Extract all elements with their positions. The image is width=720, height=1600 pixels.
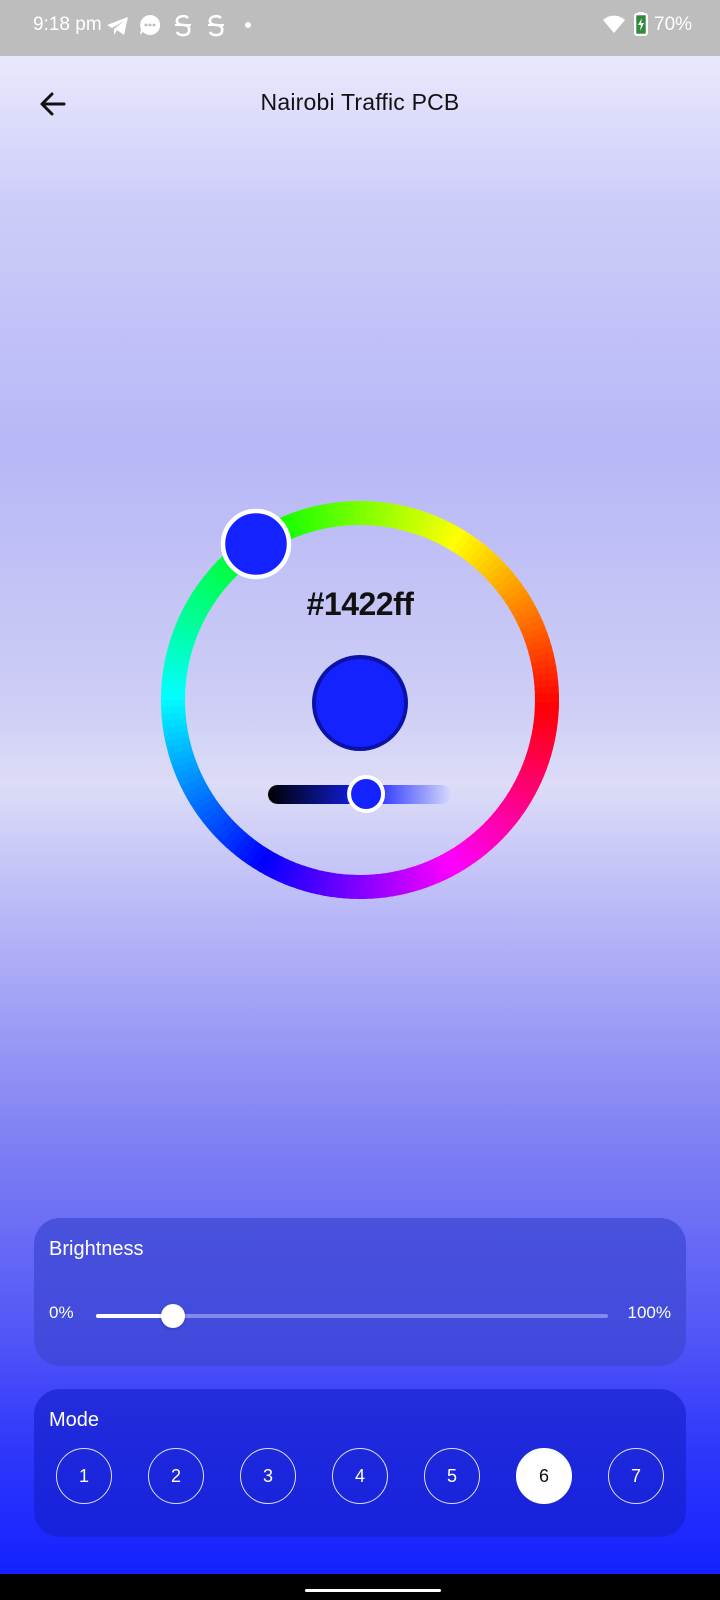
saturation-slider-thumb[interactable] <box>347 775 386 813</box>
mode-button-2[interactable]: 2 <box>148 1448 204 1504</box>
brightness-label: Brightness <box>49 1238 144 1260</box>
navigation-bar <box>0 1574 720 1600</box>
mode-button-7[interactable]: 7 <box>608 1448 664 1504</box>
mode-button-6[interactable]: 6 <box>516 1448 572 1504</box>
mode-button-4[interactable]: 4 <box>332 1448 388 1504</box>
brightness-slider-thumb[interactable] <box>160 1304 185 1328</box>
hex-color-value: #1422ff <box>306 586 414 622</box>
mode-button-1[interactable]: 1 <box>56 1448 112 1504</box>
hue-selector-thumb[interactable] <box>220 508 292 580</box>
brightness-max-label: 100% <box>627 1303 671 1322</box>
mode-card: Mode 1234567 <box>34 1389 686 1537</box>
mode-button-3[interactable]: 3 <box>240 1448 296 1504</box>
color-wheel-picker[interactable] <box>0 0 720 1000</box>
mode-label: Mode <box>49 1409 100 1431</box>
brightness-card: Brightness 0% 100% <box>34 1218 686 1366</box>
mode-button-5[interactable]: 5 <box>424 1448 480 1504</box>
mode-options: 1234567 <box>56 1448 668 1506</box>
brightness-min-label: 0% <box>49 1303 74 1322</box>
selected-color-preview <box>312 655 408 751</box>
home-gesture-handle[interactable] <box>305 1589 441 1592</box>
